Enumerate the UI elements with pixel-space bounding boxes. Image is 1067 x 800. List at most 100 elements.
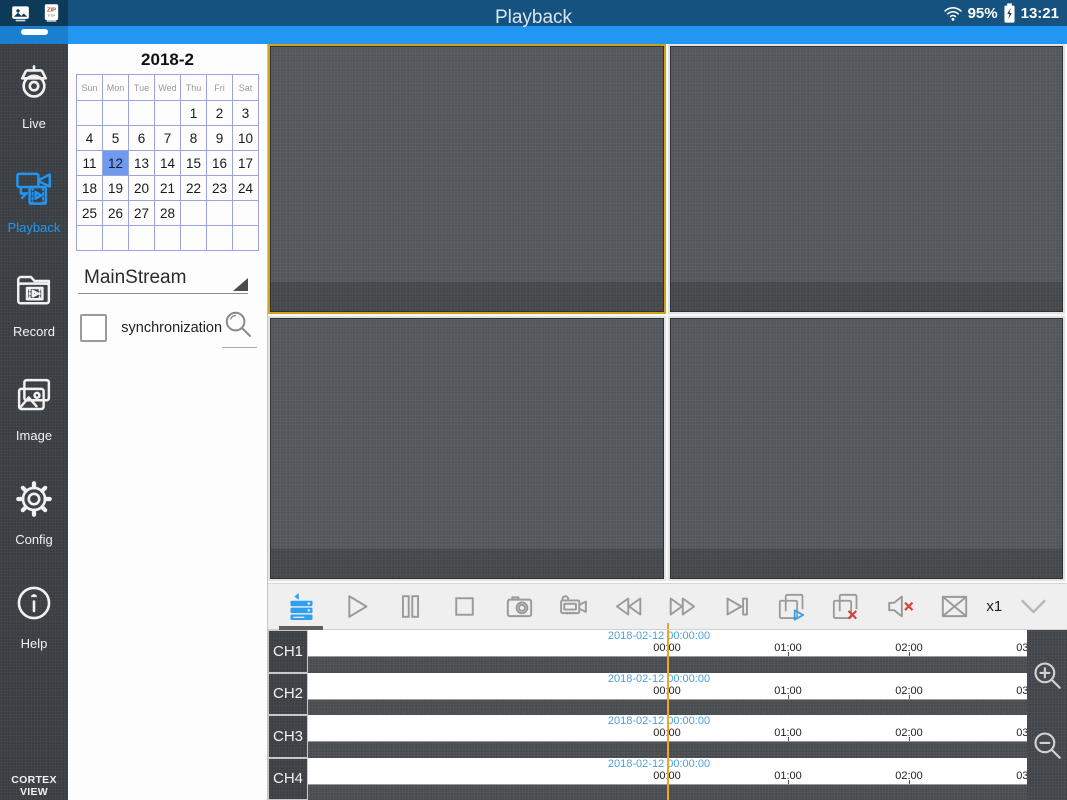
calendar-day-cell[interactable]: 15	[181, 151, 207, 176]
timeline-tick-mark	[788, 652, 789, 656]
timeline-row-ch1: CH12018-02-12 00:00:0000:0001:0002:0003:…	[268, 630, 1027, 673]
close-all-button[interactable]	[823, 584, 869, 630]
speed-button[interactable]: x1	[986, 598, 1002, 615]
calendar-day-cell[interactable]: 6	[129, 126, 155, 151]
snapshot-button[interactable]	[496, 584, 542, 630]
sidebar-item-record[interactable]: Record	[0, 270, 68, 374]
drawer-handle[interactable]	[21, 29, 48, 35]
calendar-day-cell	[103, 226, 129, 251]
calendar-day-cell[interactable]: 18	[77, 176, 103, 201]
video-pane-4[interactable]	[668, 316, 1065, 581]
calendar-day-cell[interactable]: 2	[207, 101, 233, 126]
app-bar	[0, 26, 1067, 44]
calendar-day-cell	[155, 101, 181, 126]
calendar-day-cell[interactable]: 27	[129, 201, 155, 226]
image-icon	[13, 374, 55, 416]
sync-row: synchronization	[80, 308, 257, 348]
info-icon	[13, 582, 55, 624]
play-all-button[interactable]	[768, 584, 814, 630]
calendar-day-cell[interactable]: 22	[181, 176, 207, 201]
calendar-day-cell[interactable]: 16	[207, 151, 233, 176]
rewind-button[interactable]	[605, 584, 651, 630]
svg-text:ZIP: ZIP	[47, 7, 56, 13]
timeline-tick-label: 03:00	[1016, 770, 1027, 782]
synchronization-checkbox[interactable]	[80, 314, 107, 342]
calendar-day-cell[interactable]: 14	[155, 151, 181, 176]
mute-button[interactable]	[877, 584, 923, 630]
playback-options-panel: 2018-2 SunMonTueWedThuFriSat123456789101…	[68, 44, 268, 800]
calendar-day-cell[interactable]: 24	[233, 176, 259, 201]
play-button[interactable]	[333, 584, 379, 630]
calendar-day-cell[interactable]: 5	[103, 126, 129, 151]
pause-button[interactable]	[387, 584, 433, 630]
fullscreen-icon	[938, 590, 971, 623]
calendar-day-cell[interactable]: 23	[207, 176, 233, 201]
calendar-day-cell-selected[interactable]: 12	[103, 151, 129, 176]
calendar-day-cell	[103, 101, 129, 126]
calendar-day-cell[interactable]: 20	[129, 176, 155, 201]
record-button[interactable]	[551, 584, 597, 630]
video-pane-3[interactable]	[268, 316, 666, 581]
fast-forward-button[interactable]	[660, 584, 706, 630]
calendar-day-cell[interactable]: 17	[233, 151, 259, 176]
sidebar: LivePlaybackRecordImageConfigHelp CORTEX…	[0, 44, 68, 800]
zoom-out-icon	[1030, 728, 1064, 762]
sidebar-item-label: Config	[15, 532, 53, 547]
frame-step-button[interactable]	[714, 584, 760, 630]
sidebar-item-live[interactable]: Live	[0, 62, 68, 166]
stream-type-dropdown[interactable]: MainStream	[78, 267, 248, 294]
synchronization-label: synchronization	[121, 320, 222, 336]
calendar-day-cell	[129, 226, 155, 251]
calendar-day-cell[interactable]: 1	[181, 101, 207, 126]
collapse-button[interactable]	[1011, 584, 1057, 630]
calendar-week-row	[77, 226, 259, 251]
calendar-day-cell[interactable]: 11	[77, 151, 103, 176]
picture-notification-icon	[10, 3, 31, 23]
timeline-zoom-in-button[interactable]	[1030, 658, 1064, 692]
sidebar-item-image[interactable]: Image	[0, 374, 68, 478]
calendar-week-row: 25262728	[77, 201, 259, 226]
zoom-in-icon	[1030, 658, 1064, 692]
calendar-day-cell[interactable]: 8	[181, 126, 207, 151]
sidebar-item-help[interactable]: Help	[0, 582, 68, 686]
channel-label: CH1	[268, 630, 308, 673]
channel-label: CH2	[268, 673, 308, 716]
sidebar-item-playback[interactable]: Playback	[0, 166, 68, 270]
close-all-icon	[829, 590, 862, 623]
calendar-day-cell[interactable]: 21	[155, 176, 181, 201]
calendar-day-cell[interactable]: 26	[103, 201, 129, 226]
calendar-day-header: Mon	[103, 75, 129, 101]
timeline: CH12018-02-12 00:00:0000:0001:0002:0003:…	[268, 630, 1067, 800]
device-list-button[interactable]	[278, 584, 324, 630]
calendar-day-cell[interactable]: 25	[77, 201, 103, 226]
camera-icon	[503, 590, 536, 623]
device-icon	[285, 590, 318, 623]
play-icon	[339, 590, 372, 623]
calendar-day-cell[interactable]: 19	[103, 176, 129, 201]
calendar-day-cell[interactable]: 3	[233, 101, 259, 126]
timeline-zoom-out-button[interactable]	[1030, 728, 1064, 762]
timeline-row-ch2: CH22018-02-12 00:00:0000:0001:0002:0003:…	[268, 673, 1027, 716]
timeline-row-ch4: CH42018-02-12 00:00:0000:0001:0002:0003:…	[268, 758, 1027, 800]
dome-camera-icon	[13, 62, 55, 104]
calendar-day-cell[interactable]: 4	[77, 126, 103, 151]
play-all-icon	[775, 590, 808, 623]
calendar-day-cell	[181, 226, 207, 251]
gear-icon	[13, 478, 55, 520]
calendar-day-header: Wed	[155, 75, 181, 101]
notification-area[interactable]: ZIPFTP	[10, 3, 62, 23]
video-pane-2[interactable]	[668, 44, 1065, 314]
stretch-button[interactable]	[932, 584, 978, 630]
calendar-day-cell[interactable]: 13	[129, 151, 155, 176]
playhead[interactable]	[667, 630, 669, 800]
sidebar-item-config[interactable]: Config	[0, 478, 68, 582]
video-pane-1-selected[interactable]	[268, 44, 666, 314]
sidebar-item-label: Live	[22, 116, 46, 131]
calendar-day-cell[interactable]: 9	[207, 126, 233, 151]
search-button[interactable]	[222, 308, 257, 348]
calendar-day-cell[interactable]: 7	[155, 126, 181, 151]
stop-button[interactable]	[442, 584, 488, 630]
calendar-day-cell[interactable]: 10	[233, 126, 259, 151]
calendar-day-cell[interactable]: 28	[155, 201, 181, 226]
sidebar-item-label: Image	[16, 428, 52, 443]
